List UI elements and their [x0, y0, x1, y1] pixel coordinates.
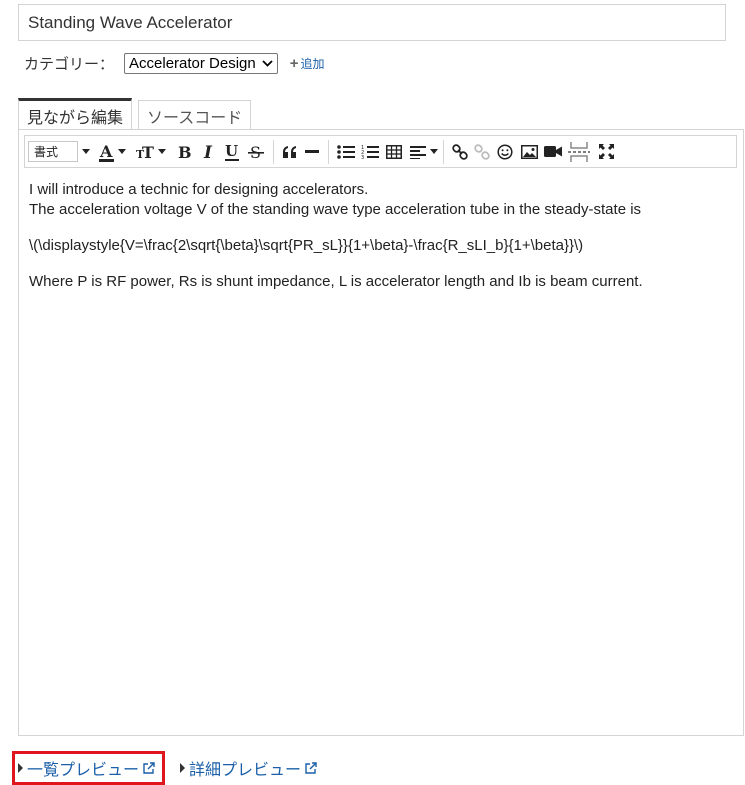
- chevron-down-icon: [262, 59, 273, 67]
- category-selected-value: Accelerator Design: [129, 54, 256, 72]
- table-icon: [386, 144, 402, 159]
- blockquote-button[interactable]: [279, 139, 301, 165]
- smiley-icon: [497, 143, 513, 160]
- horizontal-rule-button[interactable]: [301, 139, 323, 165]
- category-row: カテゴリー： Accelerator Design + 追加: [24, 51, 325, 75]
- tab-source-code[interactable]: ソースコード: [138, 100, 252, 130]
- tab-visual-edit-label: 見ながら編集: [27, 109, 124, 127]
- numbered-list-button[interactable]: 123: [358, 139, 382, 165]
- font-color-button[interactable]: A: [98, 139, 126, 165]
- tab-visual-edit[interactable]: 見ながら編集: [18, 98, 133, 130]
- detail-preview-label: 詳細プレビュー: [189, 762, 302, 779]
- content-line: The acceleration voltage V of the standi…: [29, 201, 642, 218]
- title-input[interactable]: [18, 4, 726, 41]
- fullscreen-icon: [598, 144, 614, 159]
- quote-icon: [283, 145, 296, 158]
- list-preview-link[interactable]: 一覧プレビュー: [12, 751, 165, 785]
- caret-down-icon: [118, 149, 126, 154]
- caret-down-icon: [158, 149, 166, 154]
- italic-icon: I: [203, 143, 213, 161]
- format-select: 書式: [28, 141, 78, 162]
- page-break-button[interactable]: [565, 139, 593, 165]
- add-category-label: 追加: [300, 56, 325, 71]
- fullscreen-button[interactable]: [593, 139, 619, 165]
- bullet-list-button[interactable]: [334, 139, 358, 165]
- plus-icon: +: [289, 54, 299, 72]
- preview-links: 一覧プレビュー 詳細プレビュー: [12, 751, 323, 785]
- strikethrough-icon: S: [248, 143, 264, 162]
- content-line: Where P is RF power, Rs is shunt impedan…: [29, 273, 643, 290]
- editor-tabs: 見ながら編集 ソースコード: [18, 98, 257, 130]
- font-color-icon: A: [99, 142, 114, 162]
- video-button[interactable]: [541, 139, 565, 165]
- caret-down-icon: [82, 149, 90, 154]
- video-camera-icon: [544, 146, 562, 157]
- horizontal-rule-icon: [305, 149, 319, 153]
- link-button[interactable]: [449, 139, 471, 165]
- editor-toolbar: 書式 A TT B I U S 1 2 3: [24, 135, 737, 168]
- list-preview-label: 一覧プレビュー: [27, 762, 140, 779]
- align-button[interactable]: [410, 139, 438, 165]
- svg-text:A: A: [99, 142, 113, 161]
- content-formula: \(\displaystyle{V=\frac{2\sqrt{\beta}\sq…: [29, 237, 584, 254]
- tab-source-code-label: ソースコード: [147, 109, 243, 127]
- svg-text:T: T: [142, 143, 154, 161]
- toolbar-separator: [443, 139, 444, 164]
- triangle-right-icon: [180, 763, 185, 773]
- triangle-right-icon: [18, 763, 23, 773]
- bullet-list-icon: [337, 144, 355, 159]
- detail-preview-link[interactable]: 詳細プレビュー: [174, 751, 323, 785]
- content-line: I will introduce a technic for designing…: [29, 181, 369, 198]
- unlink-button[interactable]: [471, 139, 493, 165]
- bold-icon: B: [178, 143, 191, 161]
- editor-content[interactable]: I will introduce a technic for designing…: [29, 180, 733, 292]
- font-size-icon: TT: [136, 143, 154, 161]
- toolbar-separator: [273, 139, 274, 164]
- table-button[interactable]: [382, 139, 406, 165]
- italic-button[interactable]: I: [196, 139, 220, 165]
- format-label: 書式: [34, 145, 59, 159]
- underline-button[interactable]: U: [220, 139, 244, 165]
- numbered-list-icon: 123: [361, 145, 379, 160]
- underline-icon: U: [225, 142, 239, 161]
- image-icon: [520, 144, 538, 159]
- category-label: カテゴリー：: [24, 55, 115, 73]
- page-break-icon: [568, 141, 590, 162]
- editor-area: 書式 A TT B I U S 1 2 3 I will introduce a…: [18, 129, 744, 736]
- strikethrough-button[interactable]: S: [244, 139, 268, 165]
- external-link-icon: [143, 762, 155, 774]
- image-button[interactable]: [517, 139, 541, 165]
- svg-text:B: B: [178, 143, 191, 161]
- font-size-button[interactable]: TT: [136, 139, 166, 165]
- external-link-icon: [305, 762, 317, 774]
- svg-text:3: 3: [361, 155, 364, 160]
- align-left-icon: [410, 145, 426, 159]
- bold-button[interactable]: B: [172, 139, 196, 165]
- emoji-button[interactable]: [493, 139, 517, 165]
- caret-down-icon: [430, 149, 438, 154]
- svg-text:I: I: [203, 143, 213, 161]
- category-select[interactable]: Accelerator Design: [124, 52, 278, 74]
- unlink-icon: [474, 143, 490, 160]
- svg-text:U: U: [225, 142, 238, 160]
- link-icon: [452, 143, 468, 160]
- format-dropdown[interactable]: 書式: [28, 139, 90, 165]
- toolbar-separator: [328, 139, 329, 164]
- add-category-button[interactable]: + 追加: [290, 55, 325, 72]
